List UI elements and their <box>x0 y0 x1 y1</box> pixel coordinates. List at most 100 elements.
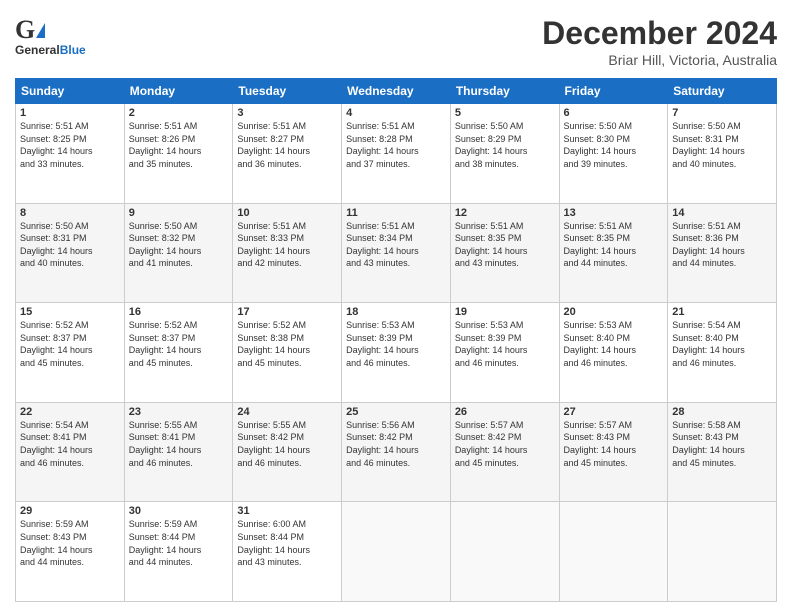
calendar-week-4: 22Sunrise: 5:54 AM Sunset: 8:41 PM Dayli… <box>16 402 777 502</box>
table-row: 31Sunrise: 6:00 AM Sunset: 8:44 PM Dayli… <box>233 502 342 602</box>
day-number: 27 <box>564 406 664 418</box>
logo: G General Blue <box>15 15 86 57</box>
day-info: Sunrise: 5:50 AM Sunset: 8:31 PM Dayligh… <box>672 120 772 170</box>
day-number: 28 <box>672 406 772 418</box>
day-info: Sunrise: 5:50 AM Sunset: 8:32 PM Dayligh… <box>129 220 229 270</box>
day-info: Sunrise: 5:57 AM Sunset: 8:42 PM Dayligh… <box>455 419 555 469</box>
table-row: 1Sunrise: 5:51 AM Sunset: 8:25 PM Daylig… <box>16 104 125 204</box>
day-number: 19 <box>455 306 555 318</box>
table-row: 3Sunrise: 5:51 AM Sunset: 8:27 PM Daylig… <box>233 104 342 204</box>
day-info: Sunrise: 5:50 AM Sunset: 8:31 PM Dayligh… <box>20 220 120 270</box>
calendar-title: December 2024 <box>542 15 777 52</box>
day-info: Sunrise: 5:59 AM Sunset: 8:44 PM Dayligh… <box>129 518 229 568</box>
day-info: Sunrise: 5:53 AM Sunset: 8:39 PM Dayligh… <box>455 319 555 369</box>
table-row: 14Sunrise: 5:51 AM Sunset: 8:36 PM Dayli… <box>668 203 777 303</box>
table-row: 7Sunrise: 5:50 AM Sunset: 8:31 PM Daylig… <box>668 104 777 204</box>
day-number: 14 <box>672 207 772 219</box>
calendar-table: Sunday Monday Tuesday Wednesday Thursday… <box>15 78 777 602</box>
table-row <box>450 502 559 602</box>
table-row: 26Sunrise: 5:57 AM Sunset: 8:42 PM Dayli… <box>450 402 559 502</box>
day-number: 25 <box>346 406 446 418</box>
day-number: 17 <box>237 306 337 318</box>
table-row: 2Sunrise: 5:51 AM Sunset: 8:26 PM Daylig… <box>124 104 233 204</box>
day-number: 24 <box>237 406 337 418</box>
day-number: 31 <box>237 505 337 517</box>
day-number: 2 <box>129 107 229 119</box>
day-number: 23 <box>129 406 229 418</box>
table-row: 10Sunrise: 5:51 AM Sunset: 8:33 PM Dayli… <box>233 203 342 303</box>
col-wednesday: Wednesday <box>342 79 451 104</box>
day-info: Sunrise: 6:00 AM Sunset: 8:44 PM Dayligh… <box>237 518 337 568</box>
day-info: Sunrise: 5:53 AM Sunset: 8:39 PM Dayligh… <box>346 319 446 369</box>
table-row: 8Sunrise: 5:50 AM Sunset: 8:31 PM Daylig… <box>16 203 125 303</box>
table-row: 9Sunrise: 5:50 AM Sunset: 8:32 PM Daylig… <box>124 203 233 303</box>
col-saturday: Saturday <box>668 79 777 104</box>
table-row: 22Sunrise: 5:54 AM Sunset: 8:41 PM Dayli… <box>16 402 125 502</box>
day-number: 18 <box>346 306 446 318</box>
day-number: 11 <box>346 207 446 219</box>
table-row <box>342 502 451 602</box>
calendar-week-3: 15 Sunrise: 5:52 AM Sunset: 8:37 PM Dayli… <box>16 303 777 403</box>
day-info: Sunrise: 5:57 AM Sunset: 8:43 PM Dayligh… <box>564 419 664 469</box>
col-sunday: Sunday <box>16 79 125 104</box>
day-info: Sunrise: 5:51 AM Sunset: 8:35 PM Dayligh… <box>455 220 555 270</box>
day-number: 20 <box>564 306 664 318</box>
logo-g: G <box>15 15 35 45</box>
calendar-week-1: 1Sunrise: 5:51 AM Sunset: 8:25 PM Daylig… <box>16 104 777 204</box>
day-number: 7 <box>672 107 772 119</box>
calendar-subtitle: Briar Hill, Victoria, Australia <box>542 52 777 68</box>
table-row: 27Sunrise: 5:57 AM Sunset: 8:43 PM Dayli… <box>559 402 668 502</box>
table-row: 4Sunrise: 5:51 AM Sunset: 8:28 PM Daylig… <box>342 104 451 204</box>
col-tuesday: Tuesday <box>233 79 342 104</box>
table-row <box>559 502 668 602</box>
day-info: Sunrise: 5:51 AM Sunset: 8:33 PM Dayligh… <box>237 220 337 270</box>
table-row: 13Sunrise: 5:51 AM Sunset: 8:35 PM Dayli… <box>559 203 668 303</box>
day-info: Sunrise: 5:52 AM Sunset: 8:38 PM Dayligh… <box>237 319 337 369</box>
table-row: 28Sunrise: 5:58 AM Sunset: 8:43 PM Dayli… <box>668 402 777 502</box>
calendar-header-row: Sunday Monday Tuesday Wednesday Thursday… <box>16 79 777 104</box>
day-info: Sunrise: 5:56 AM Sunset: 8:42 PM Dayligh… <box>346 419 446 469</box>
logo-triangle-icon <box>36 23 45 38</box>
day-info: Sunrise: 5:54 AM Sunset: 8:40 PM Dayligh… <box>672 319 772 369</box>
day-number: 8 <box>20 207 120 219</box>
table-row: 20Sunrise: 5:53 AM Sunset: 8:40 PM Dayli… <box>559 303 668 403</box>
day-number: 5 <box>455 107 555 119</box>
day-info: Sunrise: 5:55 AM Sunset: 8:41 PM Dayligh… <box>129 419 229 469</box>
day-info: Sunrise: 5:52 AM Sunset: 8:37 PM Dayligh… <box>129 319 229 369</box>
table-row: 21Sunrise: 5:54 AM Sunset: 8:40 PM Dayli… <box>668 303 777 403</box>
page: G General Blue December 2024 Briar Hill,… <box>0 0 792 612</box>
day-number: 9 <box>129 207 229 219</box>
title-block: December 2024 Briar Hill, Victoria, Aust… <box>542 15 777 68</box>
day-number: 15 <box>20 306 120 318</box>
day-number: 12 <box>455 207 555 219</box>
day-number: 3 <box>237 107 337 119</box>
day-info: Sunrise: 5:58 AM Sunset: 8:43 PM Dayligh… <box>672 419 772 469</box>
day-info: Sunrise: 5:51 AM Sunset: 8:25 PM Dayligh… <box>20 120 120 170</box>
day-number: 4 <box>346 107 446 119</box>
day-info: Sunrise: 5:50 AM Sunset: 8:30 PM Dayligh… <box>564 120 664 170</box>
day-info: Sunrise: 5:50 AM Sunset: 8:29 PM Dayligh… <box>455 120 555 170</box>
day-info: Sunrise: 5:51 AM Sunset: 8:27 PM Dayligh… <box>237 120 337 170</box>
logo-general-text: General <box>15 43 60 57</box>
calendar-week-2: 8Sunrise: 5:50 AM Sunset: 8:31 PM Daylig… <box>16 203 777 303</box>
table-row: 5Sunrise: 5:50 AM Sunset: 8:29 PM Daylig… <box>450 104 559 204</box>
table-row: 18Sunrise: 5:53 AM Sunset: 8:39 PM Dayli… <box>342 303 451 403</box>
table-row: 25Sunrise: 5:56 AM Sunset: 8:42 PM Dayli… <box>342 402 451 502</box>
calendar-week-5: 29Sunrise: 5:59 AM Sunset: 8:43 PM Dayli… <box>16 502 777 602</box>
day-info: Sunrise: 5:55 AM Sunset: 8:42 PM Dayligh… <box>237 419 337 469</box>
day-number: 29 <box>20 505 120 517</box>
logo-blue-text: Blue <box>60 43 86 57</box>
table-row: 23Sunrise: 5:55 AM Sunset: 8:41 PM Dayli… <box>124 402 233 502</box>
day-info: Sunrise: 5:51 AM Sunset: 8:35 PM Dayligh… <box>564 220 664 270</box>
day-info: Sunrise: 5:51 AM Sunset: 8:28 PM Dayligh… <box>346 120 446 170</box>
table-row: 12Sunrise: 5:51 AM Sunset: 8:35 PM Dayli… <box>450 203 559 303</box>
table-row: 19Sunrise: 5:53 AM Sunset: 8:39 PM Dayli… <box>450 303 559 403</box>
table-row <box>668 502 777 602</box>
day-info: Sunrise: 5:51 AM Sunset: 8:26 PM Dayligh… <box>129 120 229 170</box>
day-number: 13 <box>564 207 664 219</box>
table-row: 15Sunrise: 5:52 AM Sunset: 8:37 PM Dayli… <box>16 303 125 403</box>
day-info: Sunrise: 5:59 AM Sunset: 8:43 PM Dayligh… <box>20 518 120 568</box>
day-number: 21 <box>672 306 772 318</box>
table-row: 17Sunrise: 5:52 AM Sunset: 8:38 PM Dayli… <box>233 303 342 403</box>
day-number: 30 <box>129 505 229 517</box>
